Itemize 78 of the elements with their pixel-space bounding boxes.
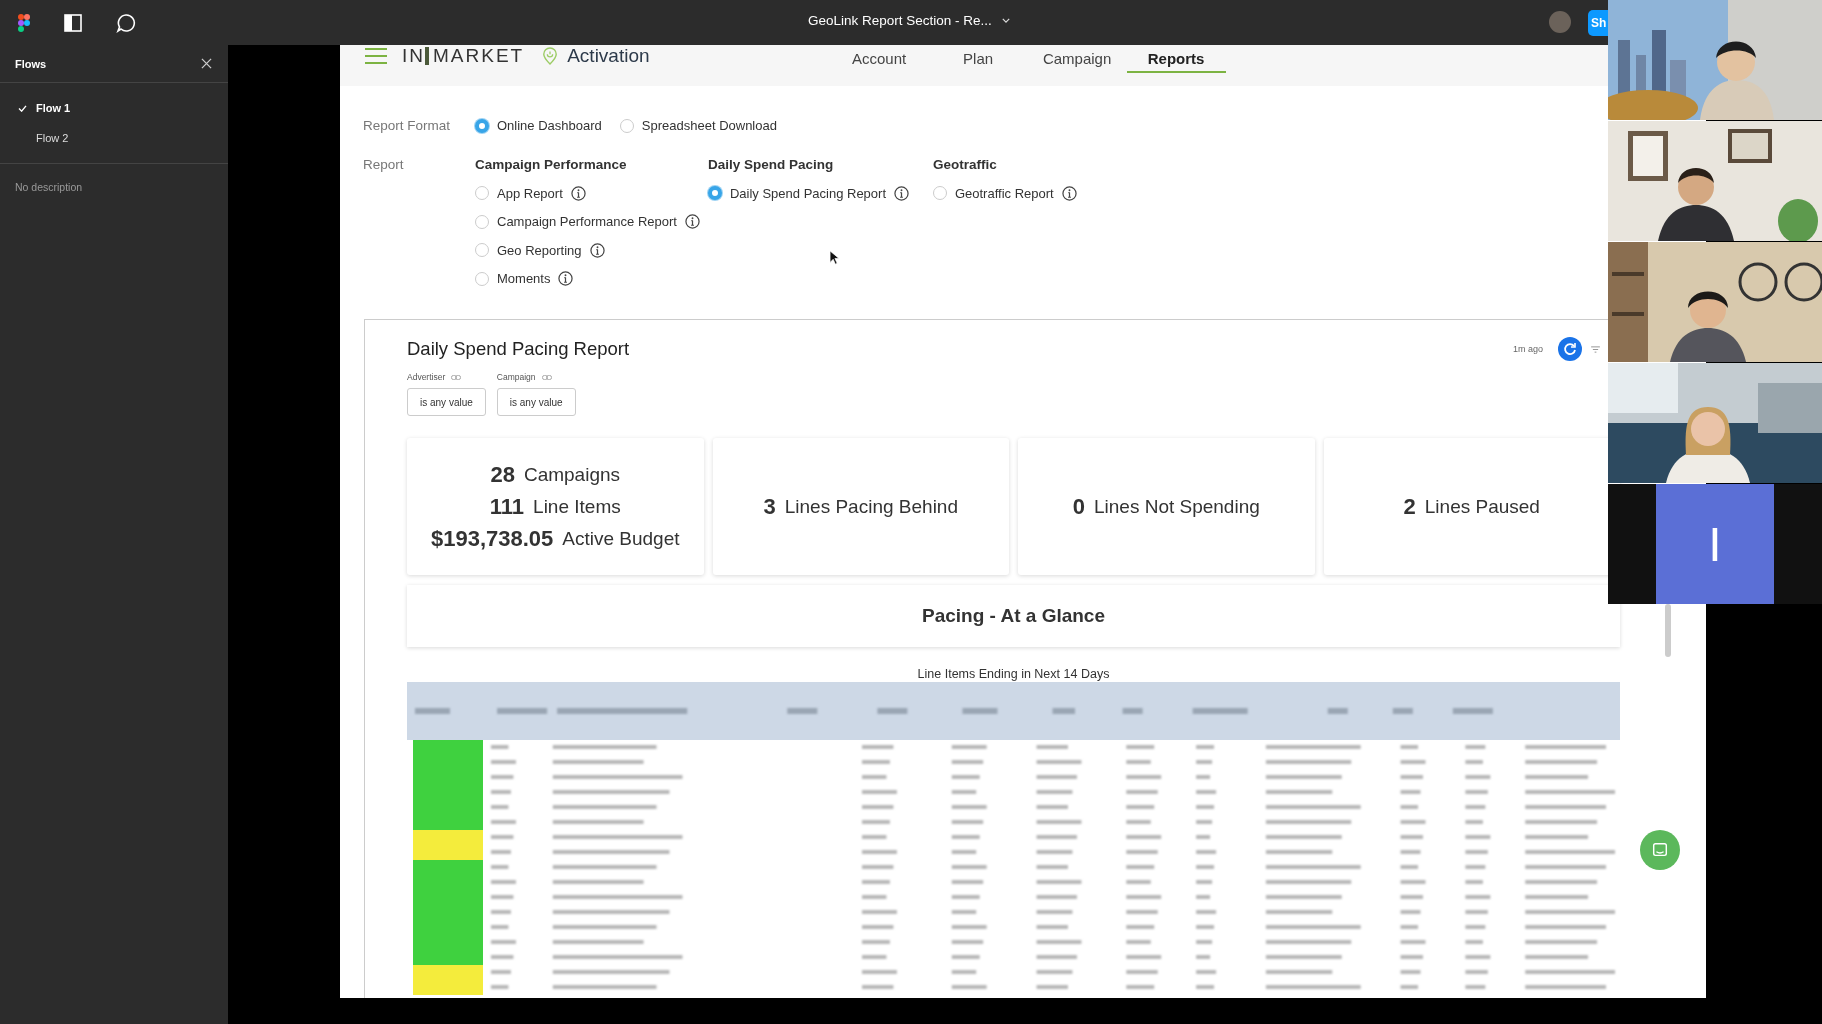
product-name: Activation — [567, 45, 650, 67]
nav-tab[interactable]: Campaign — [1027, 45, 1127, 73]
chevron-down-icon[interactable] — [1001, 18, 1010, 23]
kpi-caption: Lines Paused — [1424, 494, 1540, 519]
kpi-count: $193,738.05 — [430, 526, 554, 551]
scrollbar[interactable] — [1665, 604, 1671, 657]
logo-text: MARKET — [433, 45, 525, 67]
flow-description: No description — [14, 180, 84, 195]
chat-button[interactable] — [1640, 830, 1680, 870]
info-icon[interactable] — [684, 214, 700, 230]
link-icon — [541, 374, 552, 380]
kpi-count: 3 — [763, 494, 776, 519]
field-label: Report Format — [363, 118, 452, 133]
file-title: GeoLink Report Section - Re... — [808, 13, 992, 28]
filter-label: Advertiser — [407, 372, 446, 382]
participant-avatar: I — [1656, 484, 1774, 604]
filter-label: Campaign — [496, 372, 536, 382]
option-label[interactable]: Online Dashboard — [497, 118, 602, 133]
kpi-caption: Line Items — [533, 494, 621, 519]
logo-text: IN — [402, 45, 425, 67]
comment-icon[interactable] — [116, 12, 136, 33]
chat-icon — [1651, 841, 1669, 859]
info-icon[interactable] — [1061, 185, 1077, 201]
sidebar-toggle-icon[interactable] — [64, 13, 82, 32]
info-icon[interactable] — [589, 242, 605, 258]
cursor-icon — [829, 250, 840, 266]
radio-button[interactable] — [932, 186, 947, 201]
menu-icon[interactable] — [364, 47, 388, 65]
panel-title: Flows — [15, 57, 47, 70]
kpi-count: 2 — [1403, 494, 1416, 519]
filter-button[interactable]: is any value — [407, 388, 486, 416]
logo-mark — [425, 47, 429, 65]
radio-button[interactable] — [475, 243, 489, 258]
user-avatar[interactable] — [1549, 11, 1571, 33]
group-title: Daily Spend Pacing — [707, 157, 835, 174]
radio-button[interactable] — [475, 214, 489, 229]
kpi-caption: Active Budget — [562, 526, 680, 551]
radio-button[interactable] — [475, 186, 489, 201]
option-label[interactable]: Campaign Performance Report — [497, 214, 677, 230]
section-title: Pacing - At a Glance — [922, 605, 1105, 627]
kpi-caption: Lines Not Spending — [1093, 494, 1260, 519]
option-label[interactable]: Spreadsheet Download — [641, 118, 777, 133]
check-icon — [18, 104, 27, 112]
filter-icon[interactable] — [1591, 345, 1600, 353]
nav-tab[interactable]: Reports — [1126, 45, 1226, 73]
refresh-button[interactable] — [1558, 337, 1582, 361]
option-label[interactable]: Geotraffic Report — [954, 185, 1054, 201]
option-label[interactable]: App Report — [497, 185, 563, 201]
option-label[interactable]: Geo Reporting — [497, 242, 582, 258]
radio-button[interactable] — [619, 118, 634, 133]
table-title: Line Items Ending in Next 14 Days — [916, 667, 1111, 682]
updated-time: 1m ago — [1512, 344, 1543, 354]
radio-button[interactable] — [707, 186, 722, 201]
radio-button[interactable] — [475, 271, 489, 286]
group-title: Geotraffic — [932, 157, 998, 174]
flow-item[interactable]: Flow 2 — [0, 123, 228, 153]
kpi-caption: Lines Pacing Behind — [784, 494, 958, 519]
field-label: Report — [363, 157, 405, 172]
info-icon[interactable] — [570, 185, 586, 201]
flow-item[interactable]: Flow 1 — [0, 93, 228, 123]
option-label[interactable]: Daily Spend Pacing Report — [729, 185, 886, 201]
info-icon[interactable] — [894, 185, 909, 201]
kpi-count: 111 — [489, 494, 525, 519]
info-icon[interactable] — [558, 271, 574, 287]
group-title: Campaign Performance — [475, 157, 628, 174]
close-icon[interactable] — [201, 58, 212, 69]
report-title: Daily Spend Pacing Report — [407, 338, 630, 360]
kpi-caption: Campaigns — [523, 462, 621, 487]
radio-button[interactable] — [475, 118, 489, 133]
kpi-count: 0 — [1072, 494, 1085, 519]
pin-icon — [542, 47, 559, 65]
kpi-count: 28 — [490, 462, 515, 487]
nav-tab[interactable]: Plan — [928, 45, 1028, 73]
option-label[interactable]: Moments — [497, 271, 551, 287]
link-icon — [451, 374, 462, 380]
figma-logo-icon[interactable] — [18, 13, 30, 32]
filter-button[interactable]: is any value — [496, 388, 576, 416]
nav-tab[interactable]: Account — [829, 45, 929, 73]
